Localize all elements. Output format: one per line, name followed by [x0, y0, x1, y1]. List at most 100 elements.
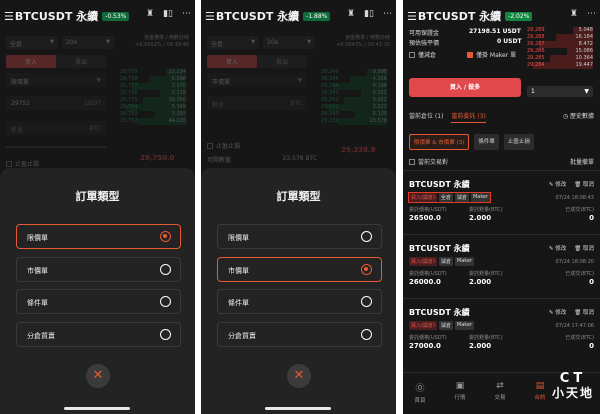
- option-split-position[interactable]: 分倉買賣: [16, 322, 181, 347]
- robot-icon[interactable]: ♜: [146, 9, 154, 19]
- option-market[interactable]: 市價單: [16, 257, 181, 282]
- sell-tab[interactable]: 賣出: [257, 55, 307, 68]
- maker-only-checkbox[interactable]: 僅掛 Maker 單: [467, 50, 516, 59]
- cancel-all-button[interactable]: 批量撤單: [570, 157, 594, 166]
- pill-tpsl[interactable]: 止盈止損: [503, 134, 534, 150]
- orderbook-row[interactable]: 29,758 6.096: [120, 76, 186, 83]
- orderbook-row[interactable]: 29,344 8.198: [321, 83, 387, 90]
- orderbook-row[interactable]: 29,287 8.472: [527, 41, 593, 48]
- margin-mode-select[interactable]: 全倉 ▼: [207, 36, 259, 49]
- buy-tab[interactable]: 買入: [207, 55, 257, 68]
- available-margin-value: 27198.51 USDT: [469, 28, 521, 35]
- history-link[interactable]: ◷ 歷史數據: [563, 111, 594, 120]
- tpsl-checkbox[interactable]: 止盈止損: [207, 141, 240, 150]
- menu-icon[interactable]: ☰: [407, 10, 417, 23]
- symbol-title[interactable]: BTCUSDT 永續: [418, 8, 501, 24]
- sell-tab[interactable]: 賣出: [56, 55, 106, 68]
- orderbook-row[interactable]: 29,339 23.578: [321, 118, 387, 125]
- cancel-order-button[interactable]: 🗑 取消: [574, 308, 594, 316]
- nav-home[interactable]: ⓪ 首頁: [405, 381, 435, 404]
- qty-label: 委託數量(BTC): [469, 271, 503, 277]
- orderbook-row[interactable]: 29,285 10.364: [527, 55, 593, 62]
- orderbook-row[interactable]: 29,346 9.598: [321, 69, 387, 76]
- symbol-title[interactable]: BTCUSDT 永續: [216, 8, 299, 24]
- edit-order-button[interactable]: ✎ 修改: [549, 244, 566, 252]
- more-icon[interactable]: ⋯: [587, 9, 596, 19]
- orderbook-row[interactable]: 29,752 44.226: [120, 118, 186, 125]
- orderbook-row[interactable]: 29,754 5.349: [120, 104, 186, 111]
- quantity-select[interactable]: 1 ▼: [527, 86, 593, 97]
- orderbook-row[interactable]: 29,345 4.356: [321, 76, 387, 83]
- reduce-only-checkbox[interactable]: 僅減倉: [409, 50, 436, 59]
- order-type-select[interactable]: 限價單 ▼: [6, 73, 106, 87]
- orderbook-row[interactable]: 29,341 3.022: [321, 104, 387, 111]
- more-icon[interactable]: ⋯: [383, 9, 392, 19]
- menu-icon[interactable]: ☰: [205, 10, 215, 23]
- filled-label: 已成交(BTC): [565, 207, 594, 213]
- order-tags: 買入(開倉) 減倉 Maker: [409, 257, 475, 266]
- tag-side: 買入(開倉): [409, 321, 437, 330]
- option-conditional[interactable]: 條件單: [16, 289, 181, 314]
- leverage-select[interactable]: 20x ▼: [263, 36, 315, 49]
- cancel-order-button[interactable]: 🗑 取消: [574, 180, 594, 188]
- close-button[interactable]: ✕: [86, 364, 110, 388]
- edit-order-button[interactable]: ✎ 修改: [549, 308, 566, 316]
- quantity-input[interactable]: 數量 BTC: [207, 96, 307, 110]
- orderbook-row[interactable]: 29,342 3.022: [321, 97, 387, 104]
- nav-futures[interactable]: ▤ 合約: [525, 381, 555, 401]
- futures-icon: ▤: [535, 381, 545, 391]
- option-limit[interactable]: 限價單: [217, 224, 382, 249]
- price-input[interactable]: 29752 USDT: [6, 96, 106, 110]
- nav-trade[interactable]: ⇄ 交易: [485, 381, 515, 401]
- option-market[interactable]: 市價單: [217, 257, 382, 282]
- order-type-select[interactable]: 市價單 ▼: [207, 73, 307, 87]
- orderbook-row[interactable]: 29,289 5.048: [527, 27, 593, 34]
- tab-open-orders[interactable]: 當前委託 (3): [451, 111, 486, 123]
- filled-label: 已成交(BTC): [565, 271, 594, 277]
- symbol-title[interactable]: BTCUSDT 永續: [15, 8, 98, 24]
- option-split-position[interactable]: 分倉買賣: [217, 322, 382, 347]
- order-filled: 0: [589, 278, 594, 286]
- robot-icon[interactable]: ♜: [570, 9, 578, 19]
- sheet-title: 訂單類型: [75, 190, 120, 203]
- radio-selected-icon: [361, 264, 372, 275]
- orderbook-row[interactable]: 29,288 16.184: [527, 34, 593, 41]
- robot-icon[interactable]: ♜: [347, 9, 355, 19]
- watermark: CT 小天地: [551, 371, 594, 401]
- option-conditional[interactable]: 條件單: [217, 289, 382, 314]
- orderbook-row[interactable]: 29,755 19.350: [120, 97, 186, 104]
- buy-long-button[interactable]: 買入 / 做多: [409, 78, 521, 97]
- orderbook-row[interactable]: 29,759 13.224: [120, 69, 186, 76]
- buy-tab[interactable]: 買入: [6, 55, 56, 68]
- menu-icon[interactable]: ☰: [4, 10, 14, 23]
- margin-mode-select[interactable]: 全倉 ▼: [6, 36, 58, 49]
- nav-market[interactable]: ▣ 行情: [445, 381, 475, 401]
- orderbook-row[interactable]: 29,753 3.393: [120, 111, 186, 118]
- home-icon: ⓪: [415, 384, 425, 394]
- tab-positions[interactable]: 當前倉位 (1): [409, 111, 443, 123]
- qty-label: 委託數量(BTC): [469, 207, 503, 213]
- leverage-select[interactable]: 20x ▼: [62, 36, 114, 49]
- orderbook-row[interactable]: 29,286 15.086: [527, 48, 593, 55]
- current-pair-checkbox[interactable]: 當前交易對: [409, 157, 448, 166]
- trade-panel-dimmed: 全倉 ▼ 20x ▼ 資金費率 / 倒數計時 +0.0043% / 05:42:16 …: [201, 28, 396, 180]
- tpsl-checkbox[interactable]: 止盈止損: [6, 159, 39, 168]
- more-icon[interactable]: ⋯: [182, 9, 191, 19]
- cancel-order-button[interactable]: 🗑 取消: [574, 244, 594, 252]
- pill-limit-market[interactable]: 限價單 & 市價單 (3): [409, 134, 470, 150]
- orderbook-row[interactable]: 29,757 2.070: [120, 83, 186, 90]
- orderbook-row[interactable]: 29,284 19.447: [527, 62, 593, 69]
- orderbook-row[interactable]: 29,340 6.100: [321, 111, 387, 118]
- edit-order-button[interactable]: ✎ 修改: [549, 180, 566, 188]
- close-button[interactable]: ✕: [287, 364, 311, 388]
- order-symbol: BTCUSDT 永續: [409, 244, 470, 253]
- chart-icon[interactable]: ▮▯: [364, 9, 374, 19]
- pill-conditional[interactable]: 條件單: [474, 134, 499, 150]
- quantity-input[interactable]: 數量 BTC: [6, 121, 106, 135]
- orderbook-row[interactable]: 29,343 0.552: [321, 90, 387, 97]
- quantity-slider[interactable]: [6, 146, 106, 148]
- chart-icon[interactable]: ▮▯: [163, 9, 173, 19]
- radio-icon: [361, 231, 372, 242]
- orderbook-row[interactable]: 29,756 2.119: [120, 90, 186, 97]
- option-limit[interactable]: 限價單: [16, 224, 181, 249]
